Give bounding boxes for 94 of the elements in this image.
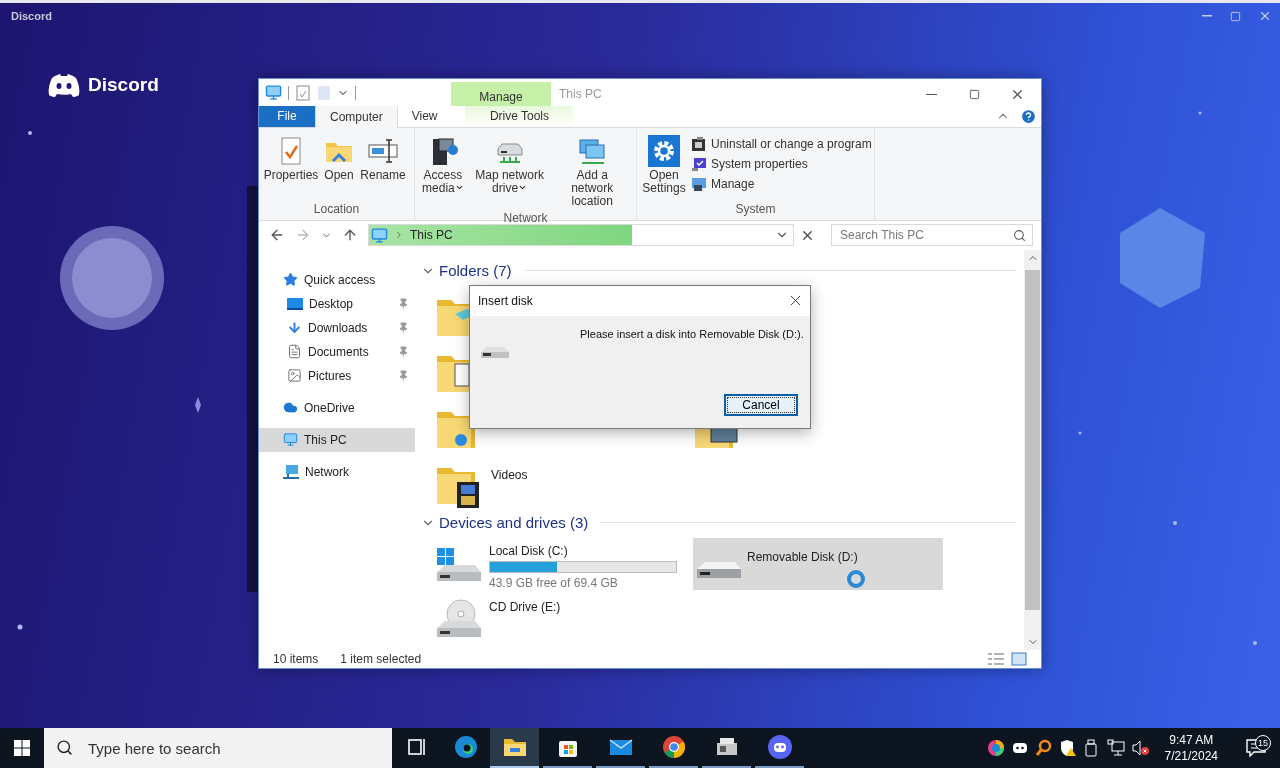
cancel-button[interactable]: Cancel <box>724 393 798 416</box>
volume-muted-icon <box>1130 739 1149 757</box>
tray-button[interactable] <box>1034 739 1053 757</box>
ribbon-tab[interactable]: File <box>259 106 315 127</box>
star-dot <box>1078 431 1082 435</box>
minimize-icon <box>926 93 937 96</box>
discord-logo-icon <box>48 73 80 97</box>
network-icon <box>283 463 299 480</box>
search-icon <box>1013 229 1026 243</box>
nav-item[interactable]: Documents <box>259 339 415 364</box>
ribbon-button[interactable]: Uninstall or change a program <box>689 134 874 153</box>
ribbon-button[interactable]: Rename <box>359 131 407 185</box>
folder-name[interactable]: Videos <box>491 461 528 482</box>
app-title: Discord <box>11 10 52 22</box>
download-icon <box>287 320 302 336</box>
minimize-icon <box>1201 15 1212 17</box>
tray-button[interactable] <box>1106 739 1125 757</box>
dialog-title: Insert disk <box>478 293 533 308</box>
network-icon <box>1106 739 1125 757</box>
nav-item[interactable]: Pictures <box>259 363 415 388</box>
clock[interactable]: 9:47 AM 7/21/2024 <box>1154 733 1228 763</box>
window-title: This PC <box>559 86 602 103</box>
cloud-icon <box>283 400 298 416</box>
chrome-icon <box>660 734 687 760</box>
nav-item[interactable]: OneDrive <box>259 395 415 420</box>
star-dot <box>1173 521 1177 525</box>
ribbon-button[interactable]: Map network drive <box>468 131 551 198</box>
ribbon-button[interactable]: Access media <box>419 131 467 198</box>
item-count: 10 items <box>273 651 319 666</box>
nav-item[interactable]: Network <box>259 459 415 484</box>
selection-count: 1 item selected <box>340 651 422 666</box>
drive-item[interactable]: CD Drive (E:) <box>433 593 685 646</box>
edge-icon <box>452 734 479 760</box>
tray-button[interactable] <box>1058 739 1077 757</box>
nav-item[interactable]: Desktop <box>259 291 415 316</box>
document-icon <box>287 344 302 360</box>
computer-icon <box>283 432 298 448</box>
star-icon <box>283 272 298 288</box>
address-bar[interactable]: This PC <box>368 224 794 247</box>
picture-icon <box>287 368 302 384</box>
computer-manage-icon <box>691 175 707 192</box>
ribbon-button[interactable]: Properties <box>263 131 319 185</box>
help-icon[interactable] <box>1020 107 1037 125</box>
scroll-thumb[interactable] <box>1025 269 1040 610</box>
ribbon-button[interactable]: Open Settings <box>641 131 687 198</box>
chevron-icon <box>394 230 404 241</box>
computer-icon[interactable] <box>265 84 282 102</box>
search-field[interactable]: Search This PC <box>831 224 1033 247</box>
address-text: This PC <box>410 228 453 243</box>
settings-icon <box>648 134 680 167</box>
sparkle-drawing <box>195 397 201 413</box>
section-title: Folders (7) <box>439 262 512 280</box>
computer-icon <box>371 226 388 244</box>
star-dot <box>17 624 23 630</box>
ribbon-button[interactable]: System properties <box>689 154 874 173</box>
nav-item[interactable]: Quick access <box>259 267 415 292</box>
color-wheel-icon <box>986 739 1005 757</box>
group-label: Network <box>502 210 549 225</box>
discord-icon <box>766 734 793 760</box>
search-icon <box>56 739 73 756</box>
taskbar-search-field[interactable]: Type here to search <box>44 728 392 768</box>
section-title: Devices and drives (3) <box>439 514 589 532</box>
windows-logo-icon <box>14 740 30 756</box>
context-tab[interactable]: Manage <box>451 82 551 107</box>
magnifier-icon <box>1034 739 1053 757</box>
ribbon-button[interactable]: Open <box>321 131 357 185</box>
ribbon-tab[interactable]: Drive Tools <box>465 106 574 127</box>
tray-button[interactable] <box>1130 739 1149 757</box>
ribbon-button[interactable]: Add a network location <box>552 131 632 211</box>
group-label: Location <box>312 201 361 218</box>
desktop-icon <box>287 296 303 311</box>
nav-item[interactable]: This PC <box>259 427 415 452</box>
program-box-icon <box>691 135 707 152</box>
maximize-icon <box>969 89 980 100</box>
monitor-check-icon <box>691 155 707 172</box>
drive-item[interactable]: Local Disk (C:) 43.9 GB free of 69.4 GB <box>433 537 685 590</box>
taskbar-app[interactable] <box>490 728 539 768</box>
star-dot <box>28 131 32 135</box>
ribbon-button[interactable]: Manage <box>689 174 874 193</box>
nav-item[interactable]: Downloads <box>259 315 415 340</box>
star-dot <box>1253 641 1257 645</box>
checklist-icon[interactable] <box>295 84 311 101</box>
star-dot <box>1198 111 1202 115</box>
drive-item[interactable]: Removable Disk (D:) <box>693 537 943 590</box>
ribbon-tab[interactable]: Computer <box>315 106 398 128</box>
group-label: System <box>734 201 777 218</box>
dialog-message: Please insert a disk into Removable Disk (D:). <box>580 326 804 342</box>
close-icon <box>1010 87 1025 102</box>
notification-button[interactable]: 15 <box>1234 738 1278 758</box>
brand-name: Discord <box>88 74 159 96</box>
tray-button[interactable] <box>986 739 1005 757</box>
maximize-icon <box>1230 10 1241 22</box>
removable-drive-icon <box>697 561 741 578</box>
shield-warning-icon <box>1058 739 1077 757</box>
